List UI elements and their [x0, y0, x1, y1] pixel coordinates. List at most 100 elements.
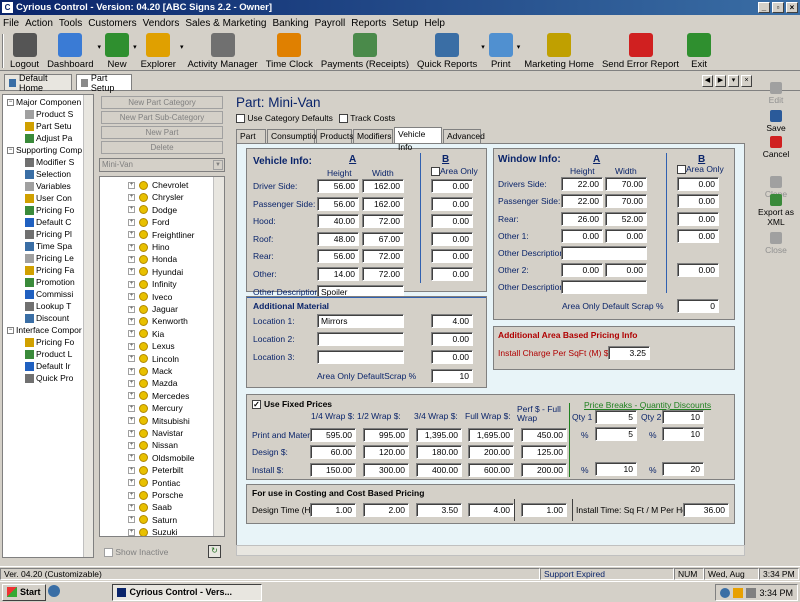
tab-prev-button[interactable]: ◀ — [702, 75, 713, 87]
expand-icon[interactable]: + — [128, 367, 135, 375]
window-area-only-checkbox[interactable]: Area Only — [677, 164, 724, 175]
new-part-category-button[interactable]: New Part Category — [101, 96, 223, 109]
vehicle-width-field[interactable]: 162.00 — [362, 179, 404, 193]
vehicle-height-field[interactable]: 56.00 — [317, 196, 359, 211]
other-2-area-field[interactable]: 0.00 — [677, 263, 719, 277]
expand-icon[interactable]: + — [128, 330, 135, 338]
tree-item[interactable]: Product S — [25, 108, 73, 120]
activity-manager-button[interactable]: Activity Manager — [183, 31, 261, 71]
expand-icon[interactable]: + — [128, 479, 135, 487]
list-item[interactable]: + Infinity — [128, 278, 177, 290]
time-clock-button[interactable]: Time Clock — [262, 31, 317, 71]
tree-item[interactable]: Time Spa — [25, 240, 72, 252]
tree-item[interactable]: − Major Componen — [7, 96, 81, 108]
list-item[interactable]: + Honda — [128, 253, 177, 265]
tab-list-button[interactable]: ▾ — [728, 75, 739, 87]
refresh-icon[interactable]: ↻ — [208, 545, 221, 558]
vehicle-area-only-checkbox[interactable]: Area Only — [431, 166, 478, 177]
tab-vehicle-info[interactable]: Vehicle Info — [394, 127, 442, 152]
list-item[interactable]: + Freightliner — [128, 229, 195, 241]
marketing-home-button[interactable]: Marketing Home — [520, 31, 598, 71]
expand-icon[interactable]: + — [128, 342, 135, 350]
window-area-field[interactable]: 0.00 — [677, 194, 719, 209]
vehicle-width-field[interactable]: 162.00 — [362, 196, 404, 211]
expand-icon[interactable]: + — [128, 218, 135, 226]
tab-advanced[interactable]: Advanced — [443, 129, 485, 143]
tab-modifiers[interactable]: Modifiers — [353, 129, 393, 143]
print-button[interactable]: Print — [485, 31, 517, 71]
track-costs-checkbox[interactable]: Track Costs — [339, 113, 395, 124]
expand-icon[interactable]: + — [128, 305, 135, 313]
expand-icon[interactable]: + — [128, 243, 135, 251]
vehicle-height-field[interactable]: 14.00 — [317, 267, 359, 281]
logout-button[interactable]: Logout — [6, 31, 43, 71]
tree-item[interactable]: Adjust Pa — [25, 132, 72, 144]
expand-icon[interactable]: + — [128, 293, 135, 301]
list-item[interactable]: + Lexus — [128, 340, 175, 352]
fixed-price-field[interactable]: 200.00 — [468, 445, 514, 460]
tree-item[interactable]: Default C — [25, 216, 71, 228]
fixed-price-field[interactable]: 120.00 — [363, 445, 409, 460]
list-item[interactable]: + Kia — [128, 328, 164, 340]
other-description-2-field[interactable] — [561, 280, 647, 294]
tree-item[interactable]: Promotion — [25, 276, 75, 288]
expand-icon[interactable]: + — [128, 268, 135, 276]
tree-item[interactable]: User Con — [25, 192, 72, 204]
new-part-sub-category-button[interactable]: New Part Sub-Category — [101, 111, 223, 124]
discount-1a-field[interactable]: 5 — [595, 427, 637, 441]
list-item[interactable]: + Chevrolet — [128, 179, 188, 191]
tab-close-button[interactable]: × — [741, 75, 752, 87]
horizontal-scrollbar[interactable] — [236, 545, 745, 556]
list-item[interactable]: + Kenworth — [128, 315, 188, 327]
tab-default-home[interactable]: Default Home — [4, 73, 72, 93]
tree-item[interactable]: Selection — [25, 168, 71, 180]
fixed-price-field[interactable]: 200.00 — [521, 462, 567, 477]
menu-vendors[interactable]: Vendors — [140, 18, 183, 29]
tree-item[interactable]: Lookup T — [25, 300, 71, 312]
expand-icon[interactable]: + — [128, 441, 135, 449]
fixed-price-field[interactable]: 400.00 — [416, 462, 462, 477]
tree-item[interactable]: Modifier S — [25, 156, 74, 168]
collapse-icon[interactable]: − — [7, 146, 14, 154]
list-item[interactable]: + Mercury — [128, 402, 183, 414]
tree-item[interactable]: − Supporting Comp — [7, 144, 82, 156]
window-height-field[interactable]: 22.00 — [561, 177, 603, 191]
design-time-field[interactable]: 1.00 — [310, 503, 356, 517]
design-time-field[interactable]: 3.50 — [416, 503, 462, 517]
expand-icon[interactable]: + — [128, 317, 135, 325]
list-item[interactable]: + Mack — [128, 365, 172, 377]
expand-icon[interactable]: + — [128, 206, 135, 214]
edit-button[interactable]: Edit — [752, 82, 800, 105]
expand-icon[interactable]: + — [128, 417, 135, 425]
list-item[interactable]: + Navistar — [128, 427, 183, 439]
browser-icon[interactable] — [48, 585, 60, 597]
expand-icon[interactable]: + — [128, 454, 135, 462]
make-list-scrollbar[interactable] — [213, 177, 224, 536]
expand-icon[interactable]: + — [128, 404, 135, 412]
window-area-field[interactable]: 0.00 — [677, 211, 719, 226]
design-time-field[interactable]: 2.00 — [363, 503, 409, 517]
other-2-height-field[interactable]: 0.00 — [561, 263, 603, 277]
location-value-field[interactable]: 0.00 — [431, 350, 473, 364]
window-width-field[interactable]: 70.00 — [605, 194, 647, 209]
maximize-button[interactable]: ▫ — [772, 2, 784, 13]
cancel-button[interactable]: Cancel — [752, 136, 800, 159]
list-item[interactable]: + Saab — [128, 501, 172, 513]
discount-2a-field[interactable]: 10 — [662, 427, 704, 441]
fixed-price-field[interactable]: 300.00 — [363, 462, 409, 477]
vehicle-area-field[interactable]: 0.00 — [431, 267, 473, 281]
tab-part[interactable]: Part — [236, 129, 266, 143]
menu-banking[interactable]: Banking — [270, 18, 312, 29]
window-width-field[interactable]: 0.00 — [605, 229, 647, 244]
menu-customers[interactable]: Customers — [85, 18, 139, 29]
vehicle-area-field[interactable]: 0.00 — [431, 214, 473, 229]
list-item[interactable]: + Lincoln — [128, 353, 179, 365]
menu-tools[interactable]: Tools — [56, 18, 85, 29]
expand-icon[interactable]: + — [128, 516, 135, 524]
design-time-field[interactable]: 4.00 — [468, 503, 514, 517]
payments-receipts-button[interactable]: Payments (Receipts) — [317, 31, 413, 71]
expand-icon[interactable]: + — [128, 280, 135, 288]
new-part-button[interactable]: New Part — [101, 126, 223, 139]
export-as-xml-button[interactable]: Export as XML — [752, 194, 800, 227]
list-item[interactable]: + Pontiac — [128, 477, 180, 489]
